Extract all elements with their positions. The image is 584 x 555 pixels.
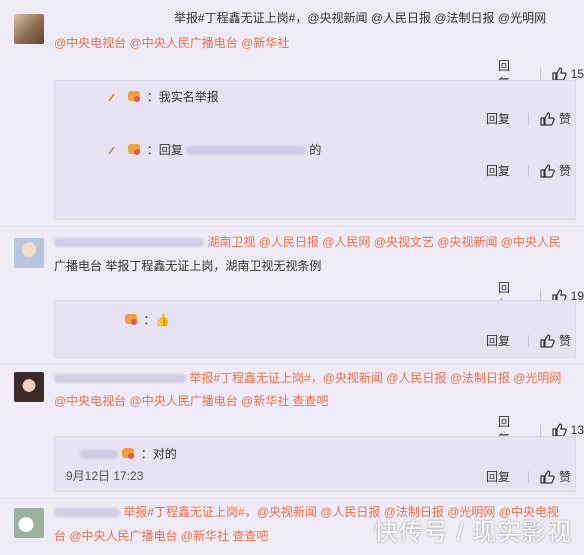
separator	[528, 334, 530, 347]
comment-text-line1: 举报#丁程鑫无证上岗#，@央视新闻 @人民日报 @法制日报 @光明网	[54, 368, 561, 388]
comment-text-line1: 湖南卫视 @人民日报 @人民网 @央视文艺 @央视新闻 @中央人民	[54, 232, 561, 252]
separator	[528, 470, 530, 483]
user-icon	[108, 93, 115, 102]
separator	[539, 424, 541, 436]
reply-button[interactable]: 回复	[486, 110, 510, 127]
subreply-actions: 回复 赞	[486, 110, 571, 127]
watermark: 快传号 / 现实影视	[373, 519, 572, 546]
subreply-actions: 回复 赞	[486, 468, 571, 485]
comment-text-line2: @中央电视台 @中央人民广播电台 @新华社	[54, 36, 290, 50]
thumbs-up-icon[interactable]	[539, 469, 555, 485]
user-icon	[108, 146, 115, 155]
like-count: 15	[570, 67, 584, 81]
comment-text-line2: 广播电台 举报丁程鑫无证上岗，湖南卫视无视条例	[54, 259, 322, 273]
comment-text-line1: 举报#丁程鑫无证上岗#，@央视新闻 @人民日报 @法制日报 @光明网	[174, 11, 547, 25]
redacted-name	[54, 508, 120, 518]
subreply-text: ：👍	[124, 310, 170, 330]
vip-badge-icon	[128, 144, 141, 155]
vip-badge-icon	[122, 448, 135, 459]
redacted-name	[186, 146, 307, 156]
subreply-actions: 回复 赞	[486, 332, 571, 349]
separator	[528, 112, 530, 125]
vip-badge-icon	[128, 91, 141, 102]
avatar[interactable]	[14, 238, 44, 268]
divider	[0, 498, 584, 499]
like-label: 赞	[559, 334, 572, 348]
avatar[interactable]	[14, 14, 44, 44]
divider	[0, 364, 584, 365]
reply-button[interactable]: 回复	[486, 468, 510, 485]
comment-text-line2: @中央电视台 @中央人民广播电台 @新华社 查查吧	[54, 394, 329, 408]
avatar[interactable]	[14, 508, 44, 538]
comment-text-line2: 台 @中央人民广播电台 @新华社 查查吧	[54, 529, 269, 543]
like-label: 赞	[559, 112, 572, 126]
separator	[539, 68, 541, 80]
vip-badge-icon	[125, 314, 137, 325]
separator	[528, 164, 530, 177]
thumbs-up-icon[interactable]	[539, 333, 555, 349]
like-label: 赞	[559, 164, 572, 178]
redacted-name	[54, 374, 186, 384]
subreply-text: ：回复 的	[108, 140, 321, 160]
reply-button[interactable]: 回复	[486, 162, 510, 179]
subreply-text: ：对的	[80, 444, 177, 464]
redacted-name	[80, 450, 118, 460]
thumbs-up-icon[interactable]	[539, 111, 555, 127]
reply-button[interactable]: 回复	[486, 332, 510, 349]
subreply-text: ：我实名举报	[108, 87, 219, 107]
avatar[interactable]	[14, 372, 44, 402]
divider	[0, 226, 584, 227]
subreply-actions: 回复 赞	[486, 162, 571, 179]
like-count: 13	[570, 423, 584, 437]
subreply-date: 9月12日 17:23	[66, 469, 144, 483]
like-label: 赞	[559, 470, 572, 484]
thumbs-up-icon[interactable]	[539, 163, 555, 179]
redacted-name	[54, 238, 204, 248]
